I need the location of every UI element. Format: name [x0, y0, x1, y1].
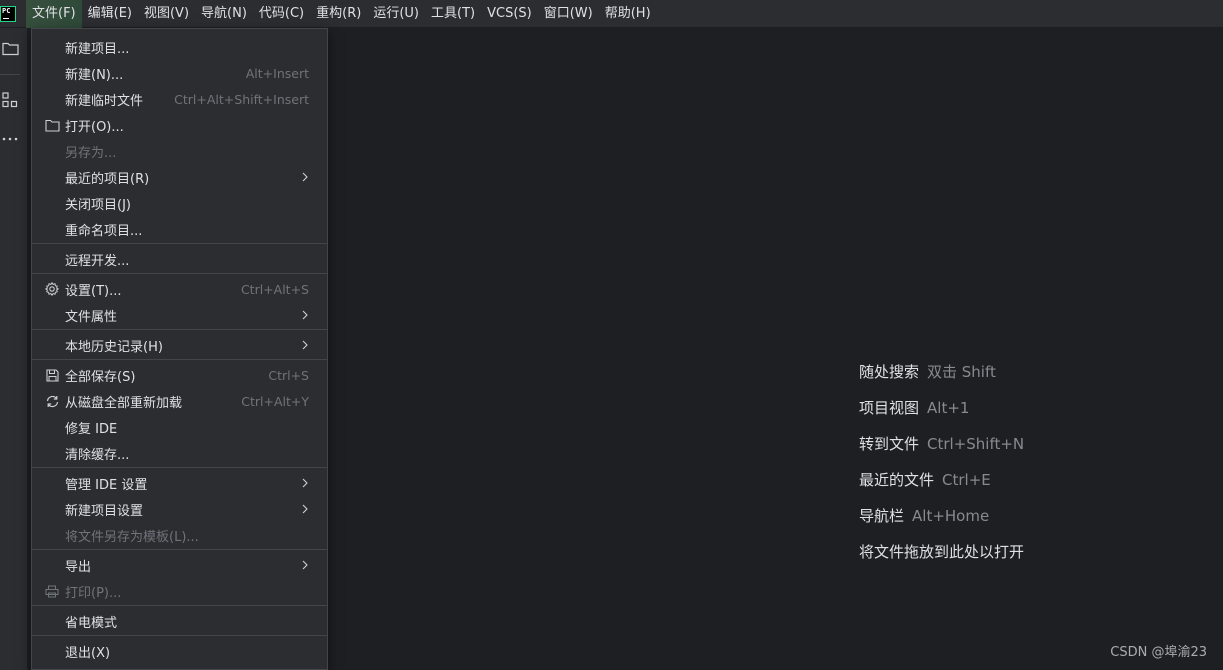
menu-separator [32, 329, 327, 330]
menu-separator [32, 635, 327, 636]
file-menu-dropdown: 新建项目... 新建(N)... Alt+Insert 新建临时文件 Ctrl+… [31, 28, 328, 670]
menu-item-invalidate-caches[interactable]: 清除缓存... [32, 440, 327, 466]
chevron-right-icon [301, 169, 309, 185]
menu-separator [32, 273, 327, 274]
menu-separator [32, 243, 327, 244]
hint-project-view: 项目视图 Alt+1 [859, 399, 970, 417]
menu-item-recent-projects[interactable]: 最近的项目(R) [32, 164, 327, 190]
menu-item-reload-all-from-disk[interactable]: 从磁盘全部重新加载 Ctrl+Alt+Y [32, 388, 327, 414]
menu-item-local-history[interactable]: 本地历史记录(H) [32, 332, 327, 358]
reload-icon [44, 393, 60, 409]
structure-icon[interactable] [0, 90, 20, 110]
gear-icon [44, 281, 60, 297]
menu-file[interactable]: 文件(F) [26, 0, 82, 28]
menu-item-new[interactable]: 新建(N)... Alt+Insert [32, 60, 327, 86]
menu-run[interactable]: 运行(U) [367, 0, 425, 28]
menu-help[interactable]: 帮助(H) [599, 0, 657, 28]
menu-item-export[interactable]: 导出 [32, 552, 327, 578]
menu-code[interactable]: 代码(C) [253, 0, 310, 28]
menu-item-save-as: 另存为... [65, 145, 117, 161]
menu-separator [32, 549, 327, 550]
hint-drop-files: 将文件拖放到此处以打开 [859, 543, 1025, 561]
menu-item-settings[interactable]: 设置(T)... Ctrl+Alt+S [32, 276, 327, 302]
menu-window[interactable]: 窗口(W) [538, 0, 599, 28]
tool-separator [0, 74, 20, 75]
pycharm-logo-icon: PC [0, 5, 16, 22]
menu-refactor[interactable]: 重构(R) [310, 0, 367, 28]
menu-separator [32, 605, 327, 606]
left-tool-strip [0, 28, 28, 670]
hint-search-everywhere: 随处搜索 双击 Shift [859, 363, 996, 381]
menu-item-new-scratch-file[interactable]: 新建临时文件 Ctrl+Alt+Shift+Insert [32, 86, 327, 112]
menu-item-rename-project[interactable]: 重命名项目... [32, 216, 327, 242]
menu-item-power-save-mode[interactable]: 省电模式 [32, 608, 327, 634]
menu-item-repair-ide[interactable]: 修复 IDE [32, 414, 327, 440]
menu-bar: PC 文件(F) 编辑(E) 视图(V) 导航(N) 代码(C) 重构(R) 运… [0, 0, 1223, 28]
project-folder-icon[interactable] [0, 38, 20, 58]
chevron-right-icon [301, 557, 309, 573]
more-tools-icon[interactable] [0, 129, 20, 149]
menu-navigate[interactable]: 导航(N) [195, 0, 253, 28]
folder-icon [44, 117, 60, 133]
ide-window: PC 文件(F) 编辑(E) 视图(V) 导航(N) 代码(C) 重构(R) 运… [0, 0, 1223, 670]
watermark: CSDN @埠渝23 [1110, 645, 1207, 660]
hint-recent-files: 最近的文件 Ctrl+E [859, 471, 991, 489]
menu-item-new-project[interactable]: 新建项目... [32, 34, 327, 60]
menu-item-save-all[interactable]: 全部保存(S) Ctrl+S [32, 362, 327, 388]
menu-edit[interactable]: 编辑(E) [82, 0, 138, 28]
menu-tools[interactable]: 工具(T) [425, 0, 481, 28]
menu-vcs[interactable]: VCS(S) [481, 0, 538, 28]
menu-item-close-project[interactable]: 关闭项目(J) [32, 190, 327, 216]
menu-view[interactable]: 视图(V) [138, 0, 195, 28]
menu-separator [32, 359, 327, 360]
editor-hints: 随处搜索 双击 Shift 项目视图 Alt+1 转到文件 Ctrl+Shift+N … [859, 360, 1024, 576]
menu-item-save-file-as-template: 将文件另存为模板(L)... [65, 529, 199, 545]
hint-navigation-bar: 导航栏 Alt+Home [859, 507, 990, 525]
menu-item-new-project-settings[interactable]: 新建项目设置 [32, 496, 327, 522]
menu-separator [32, 467, 327, 468]
menu-item-manage-ide-settings[interactable]: 管理 IDE 设置 [32, 470, 327, 496]
menu-item-open[interactable]: 打开(O)... [32, 112, 327, 138]
menu-item-remote-development[interactable]: 远程开发... [32, 246, 327, 272]
hint-go-to-file: 转到文件 Ctrl+Shift+N [859, 435, 1025, 453]
menu-item-print: 打印(P)... [32, 578, 327, 604]
menu-item-exit[interactable]: 退出(X) [32, 638, 327, 664]
chevron-right-icon [301, 307, 309, 323]
chevron-right-icon [301, 475, 309, 491]
menu-item-file-properties[interactable]: 文件属性 [32, 302, 327, 328]
chevron-right-icon [301, 337, 309, 353]
print-icon [44, 583, 60, 599]
save-icon [44, 367, 60, 383]
chevron-right-icon [301, 501, 309, 517]
